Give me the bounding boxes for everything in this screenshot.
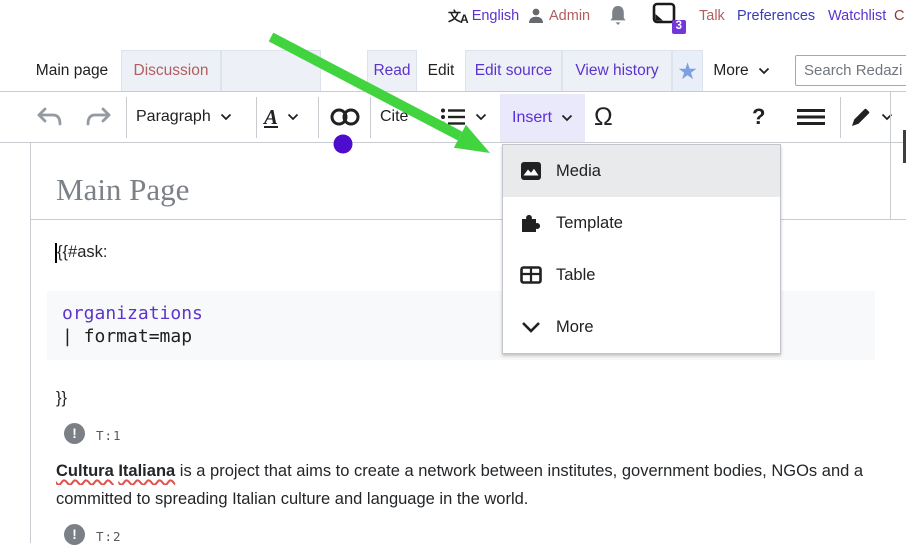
special-character-button[interactable]: Ω xyxy=(594,92,613,142)
preferences-link[interactable]: Preferences xyxy=(737,4,815,28)
redo-icon xyxy=(84,106,112,128)
chevron-down-icon xyxy=(881,113,893,121)
chevron-down-icon xyxy=(561,114,573,122)
chevron-down-icon xyxy=(758,67,770,75)
toolbar-separator xyxy=(126,97,127,138)
question-mark-icon: ? xyxy=(752,104,765,130)
bell-icon xyxy=(607,4,629,28)
talk-link[interactable]: Talk xyxy=(699,4,725,28)
contributions-link[interactable]: C xyxy=(894,4,904,28)
search-input[interactable] xyxy=(795,55,906,86)
user-icon xyxy=(527,7,545,25)
page-options-button[interactable] xyxy=(796,92,826,142)
insert-menu-item-template[interactable]: Template xyxy=(503,197,780,249)
user-label: Admin xyxy=(549,8,590,24)
bold-misspelled-word: Italiana xyxy=(118,462,175,480)
tab-edit[interactable]: Edit xyxy=(417,50,465,91)
content-right-border xyxy=(890,92,891,220)
language-label: English xyxy=(472,8,520,24)
tab-more-menu[interactable]: More xyxy=(703,50,780,91)
template-warning-1[interactable]: ! xyxy=(64,423,85,444)
toolbar-separator xyxy=(370,97,371,138)
insert-menu: Media Template Table More xyxy=(502,144,781,354)
cite-dropdown[interactable]: Cite xyxy=(380,92,429,142)
hamburger-menu-icon xyxy=(796,107,826,127)
tab-view-history[interactable]: View history xyxy=(562,50,672,91)
toolbar-separator xyxy=(256,97,257,138)
help-button[interactable]: ? xyxy=(752,92,765,142)
template-warning-2[interactable]: ! xyxy=(64,524,85,545)
tab-empty-placeholder xyxy=(221,50,321,91)
language-icon: 文A xyxy=(448,6,468,26)
page-title: Main Page xyxy=(56,172,189,208)
tab-watch-star[interactable]: ★ xyxy=(672,50,703,91)
insert-dropdown[interactable]: Insert xyxy=(500,94,585,142)
media-icon xyxy=(519,159,543,183)
paragraph-line-2: committed to spreading Italian culture a… xyxy=(56,485,896,513)
notifications-tray[interactable]: 3 xyxy=(651,4,677,28)
content-left-border xyxy=(30,143,31,543)
chevron-down-icon xyxy=(220,113,232,121)
insert-menu-item-media[interactable]: Media xyxy=(503,145,780,197)
toolbar-separator xyxy=(840,97,841,138)
notifications-count-badge: 3 xyxy=(672,20,686,34)
chevron-down-icon xyxy=(475,113,487,121)
undo-button[interactable] xyxy=(36,92,64,142)
list-structure-dropdown[interactable] xyxy=(440,92,487,142)
chevron-down-icon xyxy=(287,113,299,121)
undo-icon xyxy=(36,106,64,128)
pencil-icon xyxy=(850,106,872,128)
link-icon xyxy=(328,106,362,128)
template-marker-2-label: T:2 xyxy=(96,529,122,544)
paragraph-line-1: Cultura Italiana is a project that aims … xyxy=(56,457,896,485)
language-switcher[interactable]: 文A English xyxy=(448,4,519,28)
editor-switch-dropdown[interactable] xyxy=(850,92,893,142)
omega-icon: Ω xyxy=(594,103,613,132)
template-icon xyxy=(519,211,543,235)
bullet-list-icon xyxy=(440,107,466,127)
user-menu[interactable]: Admin xyxy=(527,4,590,28)
link-button[interactable] xyxy=(328,92,362,142)
redo-button[interactable] xyxy=(84,92,112,142)
text-style-dropdown[interactable]: A xyxy=(264,92,299,142)
tab-main-page[interactable]: Main page xyxy=(28,50,116,91)
tab-read[interactable]: Read xyxy=(367,50,417,91)
text-style-icon: A xyxy=(264,105,278,130)
insert-menu-item-table[interactable]: Table xyxy=(503,249,780,301)
template-marker-1-label: T:1 xyxy=(96,428,122,443)
bold-misspelled-word: Cultura xyxy=(56,462,114,480)
ask-close-text: }} xyxy=(56,389,67,408)
tab-discussion[interactable]: Discussion xyxy=(121,50,221,91)
watchlist-link[interactable]: Watchlist xyxy=(828,4,886,28)
toolbar-separator xyxy=(318,97,319,138)
insert-menu-item-more[interactable]: More xyxy=(503,301,780,353)
notifications-bell[interactable] xyxy=(607,4,629,28)
ask-open-text: {{#ask: xyxy=(57,243,107,262)
tab-edit-source[interactable]: Edit source xyxy=(465,50,562,91)
star-icon: ★ xyxy=(677,60,698,83)
more-icon xyxy=(519,315,543,339)
paragraph-format-dropdown[interactable]: Paragraph xyxy=(136,92,232,142)
table-icon xyxy=(519,263,543,287)
chevron-down-icon xyxy=(417,113,429,121)
